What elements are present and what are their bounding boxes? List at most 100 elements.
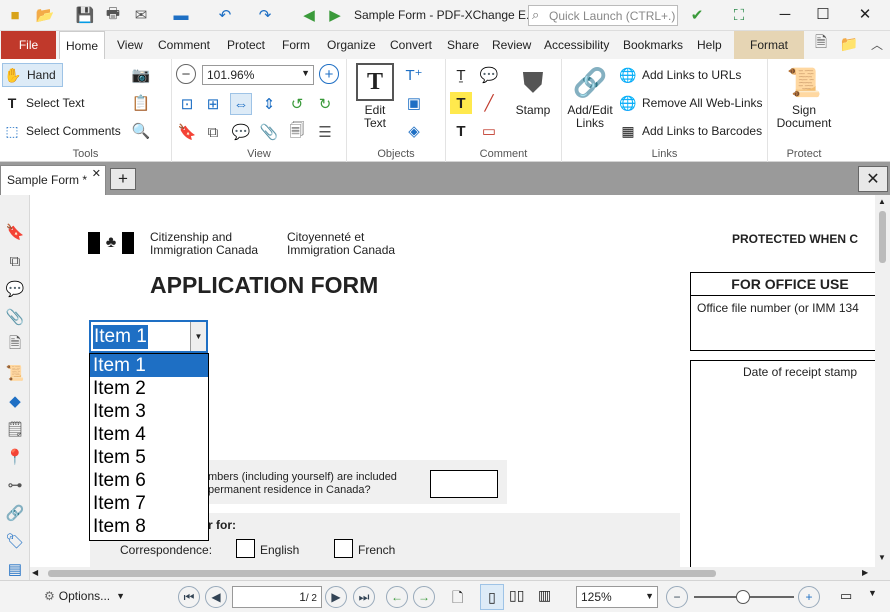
scroll-right-icon[interactable]: ▶ (862, 568, 868, 577)
undo-icon[interactable]: ↶ (214, 4, 236, 26)
new-tab-icon[interactable]: + (110, 168, 136, 190)
scroll-left-icon[interactable]: ◀ (32, 568, 38, 577)
customize-icon[interactable]: ✔ (686, 4, 708, 26)
attachments-panel-icon[interactable]: 📎 (4, 306, 26, 328)
structure-panel-icon[interactable]: ⊶ (4, 474, 26, 496)
vertical-scrollbar[interactable]: ▲ ▼ (875, 195, 890, 567)
dropdown-option[interactable]: Item 6 (90, 469, 208, 492)
tab-help[interactable]: Help (691, 31, 728, 59)
close-window-button[interactable]: ✕ (848, 4, 882, 26)
document-tab[interactable]: Sample Form * ✕ (0, 165, 106, 195)
facing-continuous-icon[interactable]: ▥ (538, 587, 551, 604)
add-edit-links-button[interactable]: 🔗 Add/Edit Links (564, 63, 616, 130)
fit-width-icon[interactable]: ⇔ (230, 93, 252, 115)
first-page-button[interactable]: ⏮ (178, 586, 200, 608)
scroll-down-icon[interactable]: ▼ (878, 553, 886, 562)
dropdown-option[interactable]: Item 4 (90, 423, 208, 446)
clipboard-icon[interactable]: 📋 (130, 92, 152, 114)
tab-share[interactable]: Share (441, 31, 485, 59)
zoom-slider-handle[interactable] (736, 590, 750, 604)
continuous-page-icon[interactable]: ▯ (480, 584, 504, 610)
tab-protect[interactable]: Protect (221, 31, 271, 59)
comments-panel-icon[interactable]: 💬 (4, 278, 26, 300)
tab-form[interactable]: Form (276, 31, 316, 59)
facing-page-icon[interactable]: ▯▯ (509, 587, 524, 604)
actual-size-icon[interactable]: ⊡ (176, 93, 198, 115)
zoom-select[interactable]: 101.96% ▼ (202, 65, 314, 85)
last-page-button[interactable]: ⏭ (353, 586, 375, 608)
previous-page-button[interactable]: ◀ (205, 586, 227, 608)
french-checkbox[interactable] (334, 539, 353, 558)
sign-document-button[interactable]: 📜 Sign Document (772, 63, 836, 130)
maximize-button[interactable]: ☐ (806, 4, 840, 26)
stamp-button[interactable]: ⛊ Stamp (508, 63, 558, 117)
tab-view[interactable]: View (111, 31, 149, 59)
add-image-icon[interactable]: ▣ (403, 92, 425, 114)
snapshot-icon[interactable]: 📷 (130, 64, 152, 86)
rotate-left-icon[interactable]: ↺ (286, 93, 308, 115)
zoom-in-icon[interactable]: + (319, 64, 339, 84)
content-panel-icon[interactable]: 🗎 (4, 334, 26, 356)
thumbnails-icon[interactable]: 🗐 (286, 121, 308, 143)
tab-format[interactable]: Format (734, 31, 804, 59)
remove-links-button[interactable]: 🌐 Remove All Web-Links (618, 91, 762, 115)
zoom-out-icon[interactable]: − (176, 64, 196, 84)
dropdown-option[interactable]: Item 2 (90, 377, 208, 400)
zoom-in-button[interactable]: + (798, 586, 820, 608)
vertical-scroll-thumb[interactable] (879, 211, 886, 263)
zoom-tool-icon[interactable]: 🔍 (130, 120, 152, 142)
pages-panel-icon[interactable]: ⧉ (4, 250, 26, 272)
file-tab[interactable]: File (1, 31, 56, 59)
folder-icon[interactable]: 📁 (838, 33, 860, 55)
back-view-button[interactable]: ← (386, 586, 408, 608)
dropdown-option[interactable]: Item 8 (90, 515, 208, 538)
zoom-out-button[interactable]: − (666, 586, 688, 608)
attachment-icon[interactable]: 📎 (258, 121, 280, 143)
tab-convert[interactable]: Convert (384, 31, 438, 59)
horizontal-scrollbar[interactable]: ◀ ▶ (30, 567, 890, 580)
signatures-panel-icon[interactable]: 📜 (4, 362, 26, 384)
comments-icon[interactable]: 💬 (230, 121, 252, 143)
forward-icon[interactable]: ▶ (324, 4, 346, 26)
horizontal-scroll-thumb[interactable] (48, 570, 716, 577)
tab-review[interactable]: Review (486, 31, 537, 59)
add-text-icon[interactable]: T⁺ (403, 64, 425, 86)
open-folder-icon[interactable]: 📂 (34, 4, 56, 26)
scroll-up-icon[interactable]: ▲ (878, 197, 886, 206)
typewriter-icon[interactable]: Ṯ (450, 64, 472, 86)
members-count-input[interactable] (430, 470, 498, 498)
edit-text-button[interactable]: T Edit Text (353, 63, 397, 130)
pages-icon[interactable]: ⧉ (202, 121, 224, 143)
forward-view-button[interactable]: → (413, 586, 435, 608)
rectangle-icon[interactable]: ▭ (478, 120, 500, 142)
bookmarks-icon[interactable]: 🔖 (4, 221, 26, 243)
email-icon[interactable]: ✉ (130, 4, 152, 26)
select-text-button[interactable]: T Select Text (2, 91, 85, 115)
bookmark-icon[interactable]: 🔖 (176, 121, 198, 143)
page-number-input[interactable]: 1/ 2 (232, 586, 322, 608)
tags-panel-icon[interactable]: 🏷 (4, 530, 26, 552)
document-icon[interactable]: 🗎 (810, 33, 832, 55)
english-checkbox[interactable] (236, 539, 255, 558)
tab-accessibility[interactable]: Accessibility (538, 31, 615, 59)
hand-tool-button[interactable]: ✋ Hand (2, 63, 63, 87)
dropdown-option[interactable]: Item 7 (90, 492, 208, 515)
layers-panel-icon[interactable]: ◆ (4, 390, 26, 412)
options-button[interactable]: ⚙ Options... ▼ (44, 589, 125, 603)
line-icon[interactable]: ╱ (478, 92, 500, 114)
dropdown-option[interactable]: Item 3 (90, 400, 208, 423)
item-combo-box[interactable]: Item 1 ▼ (89, 320, 208, 353)
close-tab-icon[interactable]: ✕ (92, 167, 101, 180)
fullscreen-icon[interactable]: ⛶ (728, 4, 750, 26)
layers-icon[interactable]: ☰ (314, 121, 336, 143)
add-links-urls-button[interactable]: 🌐 Add Links to URLs (618, 63, 741, 87)
rotate-right-icon[interactable]: ↻ (314, 93, 336, 115)
print-icon[interactable]: 🖶 (102, 4, 124, 26)
add-shape-icon[interactable]: ◈ (403, 120, 425, 142)
properties-panel-icon[interactable]: 🗒 (4, 418, 26, 440)
chevron-down-icon[interactable]: ▼ (190, 322, 206, 351)
close-document-icon[interactable]: ✕ (858, 166, 888, 192)
zoom-level-select[interactable]: 125% ▼ (576, 586, 658, 608)
add-links-barcodes-button[interactable]: ▦ Add Links to Barcodes (618, 119, 762, 143)
callout-icon[interactable]: T (450, 120, 472, 142)
